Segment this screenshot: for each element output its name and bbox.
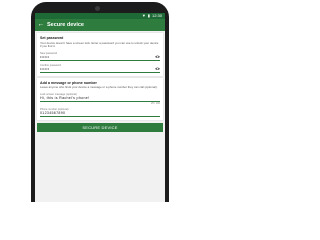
visibility-icon[interactable] [155, 55, 160, 59]
lock-message-input[interactable]: Hi, this is Rachel's phone! [40, 96, 89, 100]
new-password-input-row[interactable]: •••••• [40, 55, 160, 61]
visibility-icon[interactable] [155, 67, 160, 71]
phone-frame: ▼ ▮ 12:30 ← Secure device Set password Y… [31, 2, 169, 202]
phone-number-input-row[interactable]: 01234567890 [40, 111, 160, 118]
lock-message-input-row[interactable]: Hi, this is Rachel's phone! [40, 96, 160, 102]
confirm-password-field[interactable]: Confirm password •••••• [40, 64, 160, 73]
phone-number-input[interactable]: 01234567890 [40, 111, 65, 115]
confirm-password-input-row[interactable]: •••••• [40, 67, 160, 73]
status-time: 12:30 [151, 13, 162, 18]
message-section-description: Leave anyone who finds your device a mes… [40, 85, 158, 90]
confirm-password-input[interactable]: •••••• [40, 67, 49, 71]
secure-device-button[interactable]: SECURE DEVICE [37, 123, 163, 133]
back-arrow-icon[interactable]: ← [35, 19, 47, 31]
lock-message-field[interactable]: Lock screen message (optional) Hi, this … [40, 93, 160, 106]
password-card: Set password Your device doesn't have a … [37, 33, 163, 76]
password-section-description: Your device doesn't have a screen lock. … [40, 40, 159, 49]
app-bar: ← Secure device [35, 19, 165, 31]
phone-number-field[interactable]: Phone number (optional) 01234567890 [40, 108, 160, 118]
message-card: Add a message or phone number Leave anyo… [37, 77, 163, 121]
password-section-title: Set password [40, 36, 64, 40]
signal-icon: ▼ [141, 13, 146, 18]
page-title: Secure device [47, 22, 84, 28]
phone-screen: ▼ ▮ 12:30 ← Secure device Set password Y… [35, 13, 165, 202]
new-password-field[interactable]: New password •••••• [40, 52, 160, 61]
camera-icon [95, 6, 100, 11]
new-password-input[interactable]: •••••• [40, 55, 49, 59]
character-counter: 25 / 100 [150, 102, 160, 106]
message-section-title: Add a message or phone number [40, 80, 97, 85]
battery-icon: ▮ [147, 13, 150, 18]
